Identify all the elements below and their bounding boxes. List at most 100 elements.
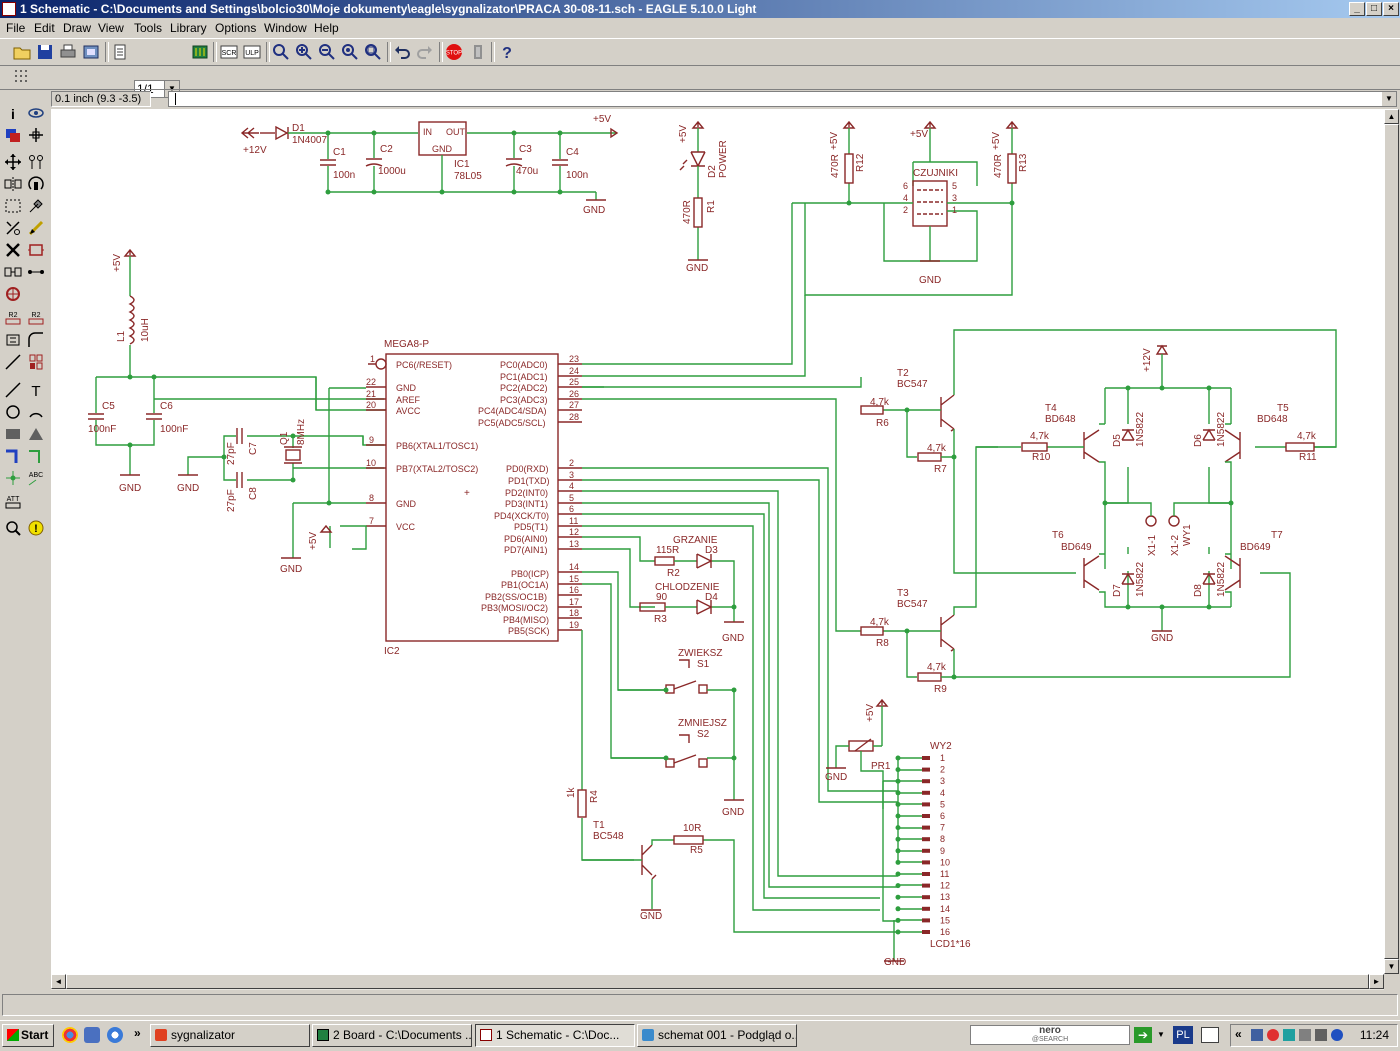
redo-icon[interactable] xyxy=(415,42,435,62)
open-icon[interactable] xyxy=(12,42,32,62)
scroll-up-button[interactable]: ▲ xyxy=(1384,109,1399,124)
info-icon[interactable]: i xyxy=(3,103,23,123)
net-icon[interactable] xyxy=(26,446,46,466)
save-icon[interactable] xyxy=(35,42,55,62)
print-icon[interactable] xyxy=(58,42,78,62)
menu-options[interactable]: Options xyxy=(212,20,259,36)
name-icon[interactable]: R2 xyxy=(3,308,23,328)
schematic-canvas[interactable]: .n { stroke:#2e9e3e; stroke-width:1.4; f… xyxy=(51,109,1384,974)
undo-icon[interactable] xyxy=(392,42,412,62)
move-icon[interactable] xyxy=(3,152,23,172)
language-indicator[interactable]: PL xyxy=(1173,1026,1193,1044)
task-board[interactable]: 2 Board - C:\Documents ... xyxy=(312,1024,472,1047)
mark-icon[interactable] xyxy=(26,125,46,145)
task-preview[interactable]: schemat 001 - Podgląd o... xyxy=(637,1024,797,1047)
replace-icon[interactable] xyxy=(26,262,46,282)
antivirus-icon[interactable] xyxy=(1267,1029,1279,1041)
quicklaunch-chevron-icon[interactable]: » xyxy=(134,1026,141,1040)
rotate-icon[interactable] xyxy=(26,174,46,194)
grid-icon[interactable] xyxy=(12,67,32,87)
keyboard-icon[interactable] xyxy=(1201,1027,1219,1043)
show-desktop-icon[interactable] xyxy=(84,1027,100,1043)
tray-expand-icon[interactable]: « xyxy=(1235,1027,1242,1041)
zoom-in-icon[interactable] xyxy=(294,42,314,62)
scroll-right-button[interactable]: ► xyxy=(1369,974,1384,989)
maximize-button[interactable]: □ xyxy=(1366,2,1382,16)
zoom-redraw-icon[interactable] xyxy=(340,42,360,62)
menu-library[interactable]: Library xyxy=(167,20,210,36)
go-icon[interactable] xyxy=(468,42,488,62)
search-go-icon[interactable]: ➔ xyxy=(1134,1027,1152,1043)
close-button[interactable]: × xyxy=(1383,2,1399,16)
delete-icon[interactable] xyxy=(3,240,23,260)
menu-help[interactable]: Help xyxy=(311,20,342,36)
smash-icon[interactable] xyxy=(3,330,23,350)
zoom-select-icon[interactable] xyxy=(363,42,383,62)
chevron-down-icon[interactable]: ▼ xyxy=(1382,92,1396,106)
safely-remove-icon[interactable] xyxy=(1299,1029,1311,1041)
bluetooth-icon[interactable] xyxy=(1331,1029,1343,1041)
nero-search-input[interactable]: nero @SEARCH xyxy=(970,1025,1130,1045)
junction-icon[interactable] xyxy=(3,468,23,488)
horizontal-scrollbar[interactable]: ◄ ► xyxy=(51,974,1384,990)
group-icon[interactable] xyxy=(3,196,23,216)
eagle-app-icon[interactable] xyxy=(2,2,16,16)
pinswap-icon[interactable] xyxy=(3,262,23,282)
menu-window[interactable]: Window xyxy=(261,20,310,36)
zoom-fit-icon[interactable] xyxy=(271,42,291,62)
copy-icon[interactable] xyxy=(26,152,46,172)
show-icon[interactable] xyxy=(26,103,46,123)
zoom-out-icon[interactable] xyxy=(317,42,337,62)
bus-icon[interactable] xyxy=(3,446,23,466)
help-icon[interactable]: ? xyxy=(497,42,517,62)
menu-tools[interactable]: Tools xyxy=(131,20,165,36)
scr-icon[interactable]: SCR xyxy=(219,42,239,62)
scroll-left-button[interactable]: ◄ xyxy=(51,974,66,989)
wire-icon[interactable] xyxy=(3,380,23,400)
invoke-icon[interactable] xyxy=(26,352,46,372)
network-icon[interactable] xyxy=(1251,1029,1263,1041)
menu-view[interactable]: View xyxy=(95,20,127,36)
menu-file[interactable]: File xyxy=(3,20,28,36)
task-schematic[interactable]: 1 Schematic - C:\Doc... xyxy=(475,1024,635,1047)
script-icon[interactable] xyxy=(110,42,130,62)
value-icon[interactable]: R2 xyxy=(26,308,46,328)
minimize-button[interactable]: _ xyxy=(1349,2,1365,16)
sync-icon[interactable] xyxy=(1283,1029,1295,1041)
erc-icon[interactable] xyxy=(3,518,23,538)
scroll-down-button[interactable]: ▼ xyxy=(1384,959,1399,974)
start-button[interactable]: Start xyxy=(2,1024,54,1047)
chrome-icon[interactable] xyxy=(62,1027,78,1043)
arc-icon[interactable] xyxy=(26,402,46,422)
mirror-icon[interactable] xyxy=(3,174,23,194)
internet-explorer-icon[interactable] xyxy=(107,1027,123,1043)
menu-edit[interactable]: Edit xyxy=(31,20,58,36)
text-icon[interactable]: T xyxy=(26,380,46,400)
chevron-down-icon[interactable]: ▼ xyxy=(1157,1030,1165,1039)
rect-icon[interactable] xyxy=(3,424,23,444)
display-icon[interactable] xyxy=(3,125,23,145)
title-bar[interactable]: 1 Schematic - C:\Documents and Settings\… xyxy=(0,0,1400,18)
ulp-icon[interactable]: ULP xyxy=(242,42,262,62)
errors-icon[interactable]: ! xyxy=(26,518,46,538)
change-icon[interactable] xyxy=(26,196,46,216)
vertical-scrollbar[interactable]: ▲ ▼ xyxy=(1384,109,1399,974)
cam-icon[interactable] xyxy=(81,42,101,62)
volume-icon[interactable] xyxy=(1315,1029,1327,1041)
label-icon[interactable]: ABC xyxy=(26,468,46,488)
vertical-scroll-thumb[interactable] xyxy=(1384,124,1399,959)
polygon-icon[interactable] xyxy=(26,424,46,444)
add-icon[interactable] xyxy=(26,240,46,260)
command-input[interactable]: ▼ xyxy=(168,91,1397,107)
task-sygnalizator[interactable]: sygnalizator xyxy=(150,1024,310,1047)
split-icon[interactable] xyxy=(3,352,23,372)
attribute-icon[interactable]: ATT xyxy=(3,492,23,512)
menu-draw[interactable]: Draw xyxy=(60,20,94,36)
horizontal-scroll-thumb[interactable] xyxy=(66,974,1369,989)
cut-icon[interactable] xyxy=(3,218,23,238)
gateswap-icon[interactable] xyxy=(3,284,23,304)
board-icon[interactable] xyxy=(190,42,210,62)
stop-icon[interactable]: STOP xyxy=(444,42,464,62)
miter-icon[interactable] xyxy=(26,330,46,350)
circle-icon[interactable] xyxy=(3,402,23,422)
